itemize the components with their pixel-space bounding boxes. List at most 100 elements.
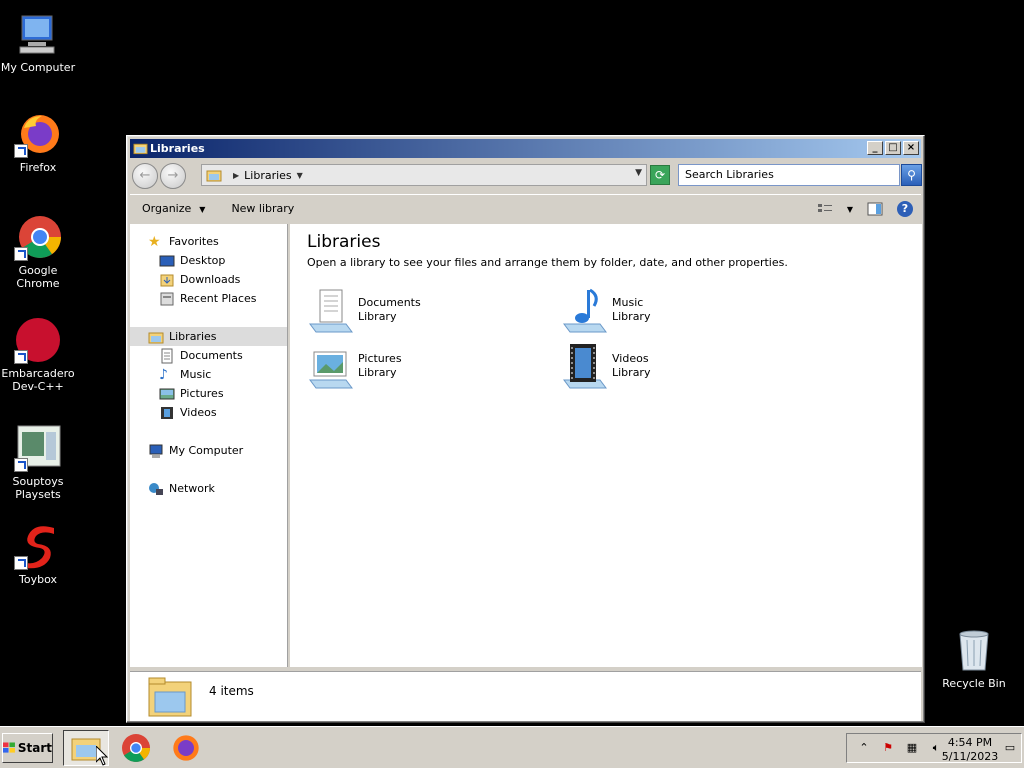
mouse-cursor-icon [96, 746, 108, 766]
nav-label: Libraries [169, 330, 217, 343]
desktop-icon-label: Google Chrome [16, 264, 60, 290]
shortcut-arrow-icon [14, 458, 28, 472]
desktop-icon-label: Toybox [19, 573, 57, 586]
page-title: Libraries [307, 232, 381, 252]
shortcut-arrow-icon [14, 144, 28, 158]
address-bar[interactable]: ▶ Libraries ▼ ▼ [201, 164, 647, 186]
nav-item-my-computer[interactable]: My Computer [130, 441, 287, 460]
nav-item-pictures[interactable]: Pictures [130, 384, 287, 403]
network-tray-icon[interactable]: ▦ [905, 741, 919, 755]
libraries-folder-icon [206, 170, 222, 182]
show-hidden-icons-icon[interactable]: ⌃ [857, 741, 871, 755]
nav-item-desktop[interactable]: Desktop [130, 251, 287, 270]
libraries-folder-icon [148, 332, 164, 343]
libraries-window[interactable]: Libraries _ □ × ← → ▶ Libraries ▼ ▼ ⟳ Se… [126, 135, 925, 723]
chrome-icon [14, 213, 62, 261]
breadcrumb-arrow-icon[interactable]: ▶ [233, 171, 239, 180]
back-arrow-icon: ← [139, 168, 151, 183]
desktop-icon-label: Embarcadero Dev-C++ [1, 367, 75, 393]
shortcut-arrow-icon [14, 350, 28, 364]
window-titlebar[interactable]: Libraries _ □ × [130, 139, 921, 158]
computer-icon [149, 444, 163, 458]
library-name: Pictures [358, 352, 402, 365]
nav-item-libraries[interactable]: Libraries [130, 327, 287, 346]
desktop-icon-toybox[interactable]: Toybox [0, 522, 76, 586]
minimize-button[interactable]: _ [867, 141, 883, 155]
star-icon: ★ [148, 233, 161, 250]
start-label: Start [17, 741, 52, 755]
nav-label: Music [180, 368, 212, 381]
nav-item-downloads[interactable]: Downloads [130, 270, 287, 289]
preview-pane-icon[interactable] [867, 202, 883, 216]
maximize-button[interactable]: □ [885, 141, 901, 155]
library-name: Videos [612, 352, 649, 365]
nav-item-network[interactable]: Network [130, 479, 287, 498]
page-subtitle: Open a library to see your files and arr… [307, 256, 788, 269]
breadcrumb-dropdown-icon[interactable]: ▼ [297, 171, 303, 180]
forward-button[interactable]: → [160, 162, 186, 189]
new-library-button[interactable]: New library [231, 202, 294, 215]
nav-item-music[interactable]: ♪ Music [130, 365, 287, 384]
show-desktop-icon[interactable]: ▭ [1003, 741, 1017, 755]
taskbar: Start ⌃ ⚑ ▦ 🔈︎ 4:54 PM 5/11/2023 ▭ [0, 726, 1024, 768]
recent-places-icon [160, 292, 174, 305]
desktop-icon-dev-cpp[interactable]: Embarcadero Dev-C++ [0, 316, 76, 393]
back-button[interactable]: ← [132, 162, 158, 189]
documents-icon [161, 348, 173, 363]
action-center-flag-icon[interactable]: ⚑ [881, 741, 895, 755]
breadcrumb-libraries[interactable]: Libraries [244, 169, 292, 182]
network-icon [149, 482, 163, 495]
navigation-bar: ← → ▶ Libraries ▼ ▼ ⟳ Search Libraries ⚲ [130, 161, 922, 190]
address-history-dropdown-icon[interactable]: ▼ [635, 168, 642, 178]
search-icon: ⚲ [907, 168, 916, 182]
desktop-icon-recycle-bin[interactable]: Recycle Bin [936, 626, 1012, 690]
toybox-icon [14, 522, 62, 570]
library-documents[interactable]: Documents Library [306, 286, 546, 336]
nav-label: Videos [180, 406, 217, 419]
taskbar-chrome[interactable] [113, 730, 159, 766]
nav-label: My Computer [169, 444, 244, 457]
nav-item-recent-places[interactable]: Recent Places [130, 289, 287, 308]
search-input[interactable]: Search Libraries [678, 164, 900, 186]
organize-button[interactable]: Organize ▼ [142, 202, 205, 215]
nav-item-videos[interactable]: Videos [130, 403, 287, 422]
nav-item-favorites[interactable]: ★ Favorites [130, 232, 287, 251]
close-button[interactable]: × [903, 141, 919, 155]
chrome-icon [122, 734, 150, 762]
library-music[interactable]: Music Library [560, 286, 800, 336]
shortcut-arrow-icon [14, 556, 28, 570]
music-library-icon [563, 288, 607, 333]
videos-icon [161, 406, 173, 419]
taskbar-firefox[interactable] [163, 730, 209, 766]
music-note-icon: ♪ [159, 366, 168, 383]
library-videos[interactable]: Videos Library [560, 342, 800, 392]
videos-library-icon [563, 344, 607, 389]
details-pane: 4 items [130, 671, 921, 721]
desktop-icon-label: My Computer [0, 61, 76, 74]
desktop-icon-google-chrome[interactable]: Google Chrome [0, 213, 76, 290]
desktop-icon-label: Recycle Bin [942, 677, 1006, 690]
library-type: Library [612, 366, 651, 379]
start-button[interactable]: Start [2, 733, 53, 763]
change-view-icon[interactable] [817, 202, 833, 216]
desktop-icon-my-computer[interactable]: My Computer [0, 10, 76, 74]
library-type: Library [358, 366, 397, 379]
refresh-button[interactable]: ⟳ [650, 165, 670, 185]
clock[interactable]: 4:54 PM 5/11/2023 [937, 736, 1003, 764]
nav-item-documents[interactable]: Documents [130, 346, 287, 365]
nav-label: Favorites [169, 235, 219, 248]
desktop-icon-souptoys[interactable]: Souptoys Playsets [0, 424, 76, 501]
help-icon[interactable]: ? [897, 201, 913, 217]
view-options-dropdown-icon[interactable]: ▼ [847, 205, 853, 214]
search-button[interactable]: ⚲ [901, 164, 922, 186]
windows-flag-icon [3, 742, 15, 753]
command-bar: Organize ▼ New library ▼ ? [130, 194, 921, 221]
library-pictures[interactable]: Pictures Library [306, 342, 546, 392]
desktop-icon-firefox[interactable]: Firefox [0, 110, 76, 174]
library-type: Library [358, 310, 397, 323]
nav-label: Desktop [180, 254, 226, 267]
organize-label: Organize [142, 201, 192, 215]
libraries-folder-icon [148, 677, 192, 717]
desktop-icon [159, 255, 175, 266]
navigation-pane: ★ Favorites Desktop Downloads Recent Pla… [130, 224, 288, 667]
